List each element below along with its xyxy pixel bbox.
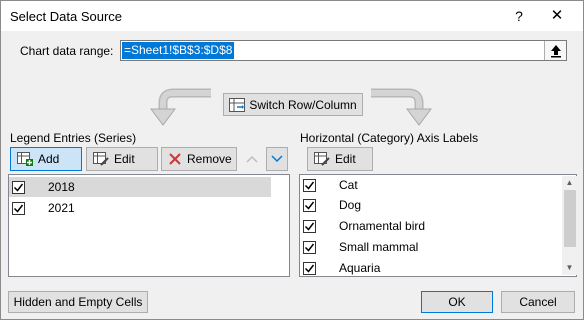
chevron-down-icon [271, 155, 283, 163]
chart-data-range-input[interactable]: =Sheet1!$B$3:$D$8 [120, 40, 567, 61]
switch-row-column-label: Switch Row/Column [249, 97, 357, 112]
list-item[interactable]: Aquaria [300, 258, 560, 278]
series-name: 2021 [48, 201, 75, 215]
hidden-and-empty-cells-label: Hidden and Empty Cells [13, 295, 143, 309]
help-icon[interactable]: ? [509, 6, 529, 26]
edit-axis-labels-button[interactable]: Edit [307, 147, 373, 171]
ok-button[interactable]: OK [421, 291, 493, 313]
category-axis-labels-label: Horizontal (Category) Axis Labels [300, 131, 479, 145]
checkbox[interactable] [12, 201, 25, 215]
move-up-button[interactable] [241, 147, 263, 171]
select-data-source-dialog: Select Data Source ? ✕ Chart data range:… [0, 0, 584, 320]
legend-entries-label: Legend Entries (Series) [10, 131, 137, 145]
list-item[interactable]: Ornamental bird [300, 216, 560, 236]
switch-row-column-icon [229, 97, 246, 112]
remove-series-button[interactable]: Remove [161, 147, 237, 171]
checkbox[interactable] [12, 180, 25, 194]
add-icon [17, 152, 33, 166]
scroll-thumb[interactable] [564, 190, 576, 247]
curved-arrow-right-icon [371, 88, 432, 126]
close-icon[interactable]: ✕ [547, 6, 567, 26]
move-down-button[interactable] [266, 147, 288, 171]
list-item[interactable]: 2021 [9, 198, 271, 218]
edit-series-button[interactable]: Edit [86, 147, 158, 171]
edit-icon [314, 152, 330, 166]
checkmark-icon [304, 201, 315, 210]
checkbox[interactable] [303, 261, 316, 275]
hidden-and-empty-cells-button[interactable]: Hidden and Empty Cells [8, 291, 148, 313]
chart-data-range-label: Chart data range: [20, 44, 114, 58]
category-labels-list: Cat Dog Ornamental bird Small mammal Aqu… [299, 174, 577, 277]
checkbox[interactable] [303, 178, 316, 192]
checkbox[interactable] [303, 219, 316, 233]
checkmark-icon [304, 222, 315, 231]
legend-series-list: 2018 2021 [8, 174, 290, 277]
category-name: Aquaria [339, 261, 381, 275]
remove-x-icon [169, 153, 181, 165]
list-item[interactable]: Cat [300, 175, 560, 195]
add-series-button[interactable]: Add [10, 147, 82, 171]
collapse-dialog-button[interactable] [544, 41, 566, 60]
edit-icon [93, 152, 109, 166]
list-item[interactable]: 2018 [9, 177, 271, 197]
checkbox[interactable] [303, 198, 316, 212]
remove-label: Remove [187, 152, 232, 166]
add-label: Add [38, 152, 60, 166]
cancel-label: Cancel [519, 295, 557, 309]
chevron-up-icon [246, 155, 258, 163]
cancel-button[interactable]: Cancel [501, 291, 575, 313]
switch-row-column-button[interactable]: Switch Row/Column [223, 93, 363, 116]
checkmark-icon [304, 181, 315, 190]
checkmark-icon [304, 243, 315, 252]
collapse-arrow-icon [551, 45, 561, 58]
vertical-scrollbar[interactable]: ▲ ▼ [562, 176, 577, 275]
curved-arrow-left-icon [150, 88, 211, 126]
category-name: Ornamental bird [339, 219, 426, 233]
checkmark-icon [13, 204, 24, 213]
series-name: 2018 [48, 180, 75, 194]
category-name: Cat [339, 178, 358, 192]
checkmark-icon [304, 264, 315, 273]
list-item[interactable]: Dog [300, 195, 560, 215]
edit-label: Edit [114, 152, 135, 166]
scroll-up-icon[interactable]: ▲ [562, 176, 577, 190]
checkmark-icon [13, 183, 24, 192]
dialog-title: Select Data Source [10, 9, 123, 24]
axis-edit-label: Edit [335, 152, 356, 166]
ok-label: OK [448, 295, 466, 309]
category-name: Small mammal [339, 240, 419, 254]
category-name: Dog [339, 198, 362, 212]
chart-data-range-value[interactable]: =Sheet1!$B$3:$D$8 [122, 42, 235, 59]
title-bar: Select Data Source ? ✕ [1, 1, 583, 31]
list-item[interactable]: Small mammal [300, 237, 560, 257]
checkbox[interactable] [303, 240, 316, 254]
scroll-down-icon[interactable]: ▼ [562, 261, 577, 275]
